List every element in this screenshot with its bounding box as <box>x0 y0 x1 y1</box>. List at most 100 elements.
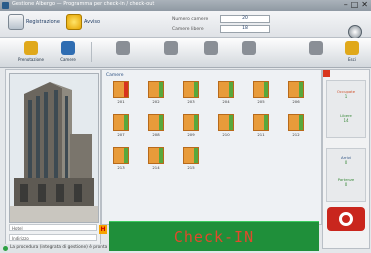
cards-button[interactable] <box>236 40 262 65</box>
hotel-name-field: Hotel <box>9 224 97 231</box>
rooms-count-value: 20 <box>220 15 270 23</box>
rooms-button[interactable]: Camere <box>55 40 81 65</box>
room-tile[interactable]: 215 <box>181 147 201 172</box>
notice-label: Avviso <box>84 19 101 25</box>
room-number: 211 <box>257 132 265 137</box>
room-door-icon <box>148 114 164 131</box>
room-door-icon <box>288 114 304 131</box>
room-tile[interactable]: 203 <box>181 81 201 106</box>
exit-label: Esci <box>348 57 356 62</box>
toolbar-separator <box>91 42 92 62</box>
rooms-icon <box>61 41 75 55</box>
status-ok-icon <box>3 246 8 251</box>
room-number: 202 <box>152 99 160 104</box>
booking-button[interactable]: Prenotazione <box>18 40 44 65</box>
checkin-label: Check-IN <box>173 227 255 246</box>
rooms-count-label: Numero camere <box>172 16 209 22</box>
room-number: 215 <box>187 165 195 170</box>
toolbar: Prenotazione Camere Esci <box>0 38 371 68</box>
room-tile[interactable]: 212 <box>286 114 306 139</box>
room-status-stripe <box>229 82 233 97</box>
room-door-icon <box>253 114 269 131</box>
room-tile[interactable]: 202 <box>146 81 166 106</box>
room-tile[interactable]: 207 <box>111 114 131 139</box>
hotel-h-icon: H <box>99 225 107 234</box>
status-bar: La procedura (integrata di gestione) è p… <box>0 244 109 253</box>
hotel-photo <box>9 73 99 223</box>
room-door-icon <box>218 114 234 131</box>
registration-label: Registrazione <box>26 19 60 25</box>
room-tile[interactable]: 205 <box>251 81 271 106</box>
room-door-icon <box>183 147 199 164</box>
room-tile[interactable]: 209 <box>181 114 201 139</box>
room-status-stripe <box>124 82 128 97</box>
summary-panel: Occupate 1 Libere 14 Arrivi 0 Partenze 0 <box>322 69 370 249</box>
minimize-button[interactable]: – <box>344 0 348 10</box>
help-button[interactable] <box>327 207 365 231</box>
guest-button[interactable] <box>110 40 136 65</box>
app-icon <box>2 2 9 9</box>
room-status-stripe <box>124 148 128 163</box>
lock-icon <box>345 41 359 55</box>
room-tile[interactable]: 214 <box>146 147 166 172</box>
room-number: 208 <box>152 132 160 137</box>
departures-value: 0 <box>344 182 348 187</box>
staff-button[interactable] <box>198 40 224 65</box>
room-door-icon <box>113 81 129 98</box>
room-status-stripe <box>194 82 198 97</box>
checkin-button[interactable]: Check-IN <box>109 221 319 251</box>
occupied-value: 1 <box>344 94 348 99</box>
booking-label: Prenotazione <box>18 57 45 62</box>
settings-icon <box>309 41 323 55</box>
clock-icon <box>348 25 362 39</box>
close-button[interactable]: ✕ <box>361 0 368 10</box>
help-icon <box>339 212 353 226</box>
room-status-stripe <box>194 148 198 163</box>
rooms-label: Camere <box>60 57 76 62</box>
room-door-icon <box>113 114 129 131</box>
room-number: 209 <box>187 132 195 137</box>
arrivals-box: Arrivi 0 Partenze 0 <box>326 148 366 202</box>
room-tile[interactable]: 213 <box>111 147 131 172</box>
rooms-count-field: Numero camere 20 <box>172 15 270 23</box>
room-door-icon <box>218 81 234 98</box>
room-tile[interactable]: 201 <box>111 81 131 106</box>
room-number: 212 <box>292 132 300 137</box>
hotel-building-image <box>10 74 98 222</box>
room-tile[interactable]: 204 <box>216 81 236 106</box>
rooms-section-label: Camere <box>106 73 124 78</box>
room-door-icon <box>148 147 164 164</box>
exit-button[interactable]: Esci <box>339 40 365 65</box>
registration-link[interactable]: Registrazione <box>8 14 60 30</box>
room-status-stripe <box>264 82 268 97</box>
notice-link[interactable]: Avviso <box>66 14 100 30</box>
room-number: 214 <box>152 165 160 170</box>
alert-marker <box>323 70 330 77</box>
hotel-panel: Hotel Indirizzo <box>5 69 101 249</box>
room-status-stripe <box>124 115 128 130</box>
maximize-button[interactable]: □ <box>351 0 359 10</box>
room-tile[interactable]: 211 <box>251 114 271 139</box>
room-tile[interactable]: 210 <box>216 114 236 139</box>
free-rooms-field: Camere libere 18 <box>172 25 270 33</box>
star-icon <box>66 14 82 30</box>
settings-button[interactable] <box>303 40 329 65</box>
window-controls: – □ ✕ <box>344 0 368 10</box>
staff-icon <box>204 41 218 55</box>
room-status-stripe <box>264 115 268 130</box>
guests-button[interactable] <box>158 40 184 65</box>
room-door-icon <box>148 81 164 98</box>
guests-icon <box>164 41 178 55</box>
room-tile[interactable]: 208 <box>146 114 166 139</box>
free-rooms-value: 18 <box>220 25 270 33</box>
room-status-stripe <box>229 115 233 130</box>
room-door-icon <box>253 81 269 98</box>
room-status-stripe <box>299 82 303 97</box>
room-tile[interactable]: 206 <box>286 81 306 106</box>
room-status-stripe <box>299 115 303 130</box>
booking-icon <box>24 41 38 55</box>
rooms-grid-panel: Camere 201 202 203 204 205 206 207 208 209 210 211… <box>101 69 322 225</box>
room-number: 205 <box>257 99 265 104</box>
status-message: La procedura (integrata di gestione) è p… <box>10 245 108 250</box>
room-number: 204 <box>222 99 230 104</box>
